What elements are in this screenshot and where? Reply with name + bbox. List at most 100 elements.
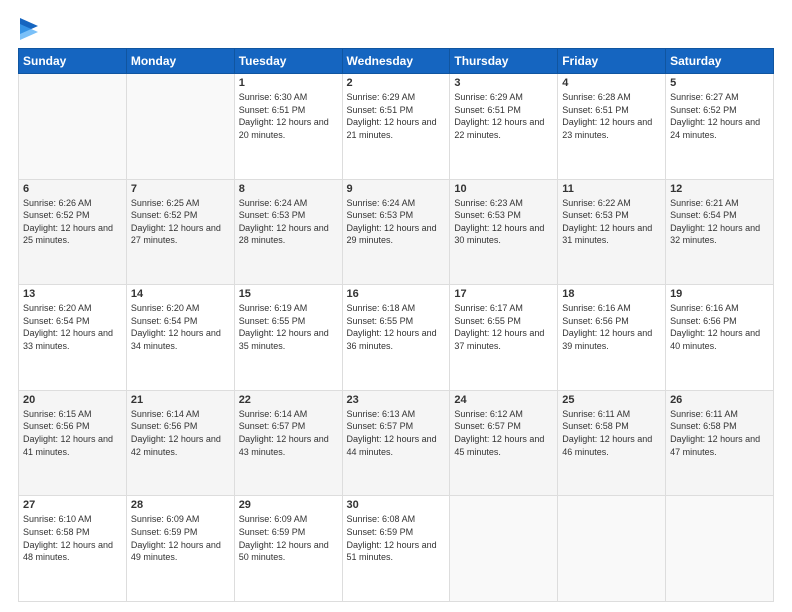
calendar-cell: 10 Sunrise: 6:23 AM Sunset: 6:53 PM Dayli… [450, 179, 558, 285]
calendar-cell [558, 496, 666, 602]
day-of-week-header: Monday [126, 49, 234, 74]
day-number: 12 [670, 183, 769, 195]
day-detail: Sunrise: 6:09 AM Sunset: 6:59 PM Dayligh… [131, 513, 230, 563]
calendar-cell [126, 74, 234, 180]
day-detail: Sunrise: 6:16 AM Sunset: 6:56 PM Dayligh… [670, 302, 769, 352]
calendar-cell: 14 Sunrise: 6:20 AM Sunset: 6:54 PM Dayli… [126, 285, 234, 391]
day-number: 21 [131, 394, 230, 406]
day-of-week-header: Friday [558, 49, 666, 74]
calendar-cell: 28 Sunrise: 6:09 AM Sunset: 6:59 PM Dayli… [126, 496, 234, 602]
day-number: 8 [239, 183, 338, 195]
logo [18, 18, 38, 40]
day-number: 28 [131, 499, 230, 511]
calendar-cell: 25 Sunrise: 6:11 AM Sunset: 6:58 PM Dayli… [558, 390, 666, 496]
calendar-cell: 27 Sunrise: 6:10 AM Sunset: 6:58 PM Dayli… [19, 496, 127, 602]
day-number: 27 [23, 499, 122, 511]
day-number: 23 [347, 394, 446, 406]
calendar-cell: 2Sunrise: 6:29 AM Sunset: 6:51 PM Daylig… [342, 74, 450, 180]
day-number: 11 [562, 183, 661, 195]
calendar-cell [666, 496, 774, 602]
calendar-cell: 12 Sunrise: 6:21 AM Sunset: 6:54 PM Dayli… [666, 179, 774, 285]
day-number: 16 [347, 288, 446, 300]
day-detail: Sunrise: 6:11 AM Sunset: 6:58 PM Dayligh… [562, 408, 661, 458]
day-number: 9 [347, 183, 446, 195]
calendar-cell: 5 Sunrise: 6:27 AM Sunset: 6:52 PM Daylig… [666, 74, 774, 180]
day-detail: Sunrise: 6:14 AM Sunset: 6:57 PM Dayligh… [239, 408, 338, 458]
day-detail: Sunrise: 6:10 AM Sunset: 6:58 PM Dayligh… [23, 513, 122, 563]
day-detail: Sunrise: 6:29 AM Sunset: 6:51 PM Dayligh… [347, 91, 446, 141]
calendar-cell [450, 496, 558, 602]
logo-icon [20, 18, 38, 40]
day-detail: Sunrise: 6:21 AM Sunset: 6:54 PM Dayligh… [670, 197, 769, 247]
day-detail: Sunrise: 6:11 AM Sunset: 6:58 PM Dayligh… [670, 408, 769, 458]
calendar-cell: 19 Sunrise: 6:16 AM Sunset: 6:56 PM Dayli… [666, 285, 774, 391]
day-detail: Sunrise: 6:16 AM Sunset: 6:56 PM Dayligh… [562, 302, 661, 352]
day-number: 24 [454, 394, 553, 406]
day-number: 30 [347, 499, 446, 511]
day-number: 13 [23, 288, 122, 300]
calendar-cell: 17 Sunrise: 6:17 AM Sunset: 6:55 PM Dayli… [450, 285, 558, 391]
day-detail: Sunrise: 6:08 AM Sunset: 6:59 PM Dayligh… [347, 513, 446, 563]
calendar-cell: 22 Sunrise: 6:14 AM Sunset: 6:57 PM Dayli… [234, 390, 342, 496]
day-detail: Sunrise: 6:25 AM Sunset: 6:52 PM Dayligh… [131, 197, 230, 247]
day-number: 29 [239, 499, 338, 511]
day-number: 3 [454, 77, 553, 89]
day-number: 6 [23, 183, 122, 195]
day-of-week-header: Thursday [450, 49, 558, 74]
calendar-cell: 16 Sunrise: 6:18 AM Sunset: 6:55 PM Dayli… [342, 285, 450, 391]
day-number: 22 [239, 394, 338, 406]
day-detail: Sunrise: 6:15 AM Sunset: 6:56 PM Dayligh… [23, 408, 122, 458]
day-detail: Sunrise: 6:12 AM Sunset: 6:57 PM Dayligh… [454, 408, 553, 458]
day-detail: Sunrise: 6:23 AM Sunset: 6:53 PM Dayligh… [454, 197, 553, 247]
page: SundayMondayTuesdayWednesdayThursdayFrid… [0, 0, 792, 612]
day-of-week-header: Saturday [666, 49, 774, 74]
day-number: 20 [23, 394, 122, 406]
day-of-week-header: Tuesday [234, 49, 342, 74]
day-detail: Sunrise: 6:22 AM Sunset: 6:53 PM Dayligh… [562, 197, 661, 247]
day-detail: Sunrise: 6:24 AM Sunset: 6:53 PM Dayligh… [239, 197, 338, 247]
day-number: 25 [562, 394, 661, 406]
day-detail: Sunrise: 6:09 AM Sunset: 6:59 PM Dayligh… [239, 513, 338, 563]
day-detail: Sunrise: 6:27 AM Sunset: 6:52 PM Dayligh… [670, 91, 769, 141]
day-detail: Sunrise: 6:20 AM Sunset: 6:54 PM Dayligh… [131, 302, 230, 352]
day-number: 7 [131, 183, 230, 195]
calendar-table: SundayMondayTuesdayWednesdayThursdayFrid… [18, 48, 774, 602]
calendar-cell: 18 Sunrise: 6:16 AM Sunset: 6:56 PM Dayli… [558, 285, 666, 391]
day-of-week-header: Wednesday [342, 49, 450, 74]
calendar-cell: 23 Sunrise: 6:13 AM Sunset: 6:57 PM Dayli… [342, 390, 450, 496]
day-detail: Sunrise: 6:20 AM Sunset: 6:54 PM Dayligh… [23, 302, 122, 352]
day-number: 17 [454, 288, 553, 300]
calendar-cell: 6 Sunrise: 6:26 AM Sunset: 6:52 PM Daylig… [19, 179, 127, 285]
day-detail: Sunrise: 6:28 AM Sunset: 6:51 PM Dayligh… [562, 91, 661, 141]
day-number: 1 [239, 77, 338, 89]
day-number: 18 [562, 288, 661, 300]
calendar-cell: 7 Sunrise: 6:25 AM Sunset: 6:52 PM Daylig… [126, 179, 234, 285]
header [18, 18, 774, 40]
day-detail: Sunrise: 6:13 AM Sunset: 6:57 PM Dayligh… [347, 408, 446, 458]
day-number: 26 [670, 394, 769, 406]
day-number: 4 [562, 77, 661, 89]
day-detail: Sunrise: 6:18 AM Sunset: 6:55 PM Dayligh… [347, 302, 446, 352]
day-detail: Sunrise: 6:26 AM Sunset: 6:52 PM Dayligh… [23, 197, 122, 247]
calendar-cell: 13 Sunrise: 6:20 AM Sunset: 6:54 PM Dayli… [19, 285, 127, 391]
calendar-week-row: 20 Sunrise: 6:15 AM Sunset: 6:56 PM Dayli… [19, 390, 774, 496]
calendar-cell: 9 Sunrise: 6:24 AM Sunset: 6:53 PM Daylig… [342, 179, 450, 285]
calendar-cell: 3Sunrise: 6:29 AM Sunset: 6:51 PM Daylig… [450, 74, 558, 180]
calendar-cell: 26 Sunrise: 6:11 AM Sunset: 6:58 PM Dayli… [666, 390, 774, 496]
calendar-cell: 20 Sunrise: 6:15 AM Sunset: 6:56 PM Dayli… [19, 390, 127, 496]
day-detail: Sunrise: 6:30 AM Sunset: 6:51 PM Dayligh… [239, 91, 338, 141]
calendar-cell: 24 Sunrise: 6:12 AM Sunset: 6:57 PM Dayli… [450, 390, 558, 496]
day-detail: Sunrise: 6:24 AM Sunset: 6:53 PM Dayligh… [347, 197, 446, 247]
day-number: 19 [670, 288, 769, 300]
calendar-cell: 1 Sunrise: 6:30 AM Sunset: 6:51 PM Daylig… [234, 74, 342, 180]
calendar-cell: 15Sunrise: 6:19 AM Sunset: 6:55 PM Dayli… [234, 285, 342, 391]
day-detail: Sunrise: 6:17 AM Sunset: 6:55 PM Dayligh… [454, 302, 553, 352]
calendar-cell: 8 Sunrise: 6:24 AM Sunset: 6:53 PM Daylig… [234, 179, 342, 285]
day-number: 5 [670, 77, 769, 89]
day-of-week-header: Sunday [19, 49, 127, 74]
day-number: 14 [131, 288, 230, 300]
day-number: 10 [454, 183, 553, 195]
calendar-week-row: 6 Sunrise: 6:26 AM Sunset: 6:52 PM Daylig… [19, 179, 774, 285]
calendar-week-row: 27 Sunrise: 6:10 AM Sunset: 6:58 PM Dayli… [19, 496, 774, 602]
calendar-header-row: SundayMondayTuesdayWednesdayThursdayFrid… [19, 49, 774, 74]
